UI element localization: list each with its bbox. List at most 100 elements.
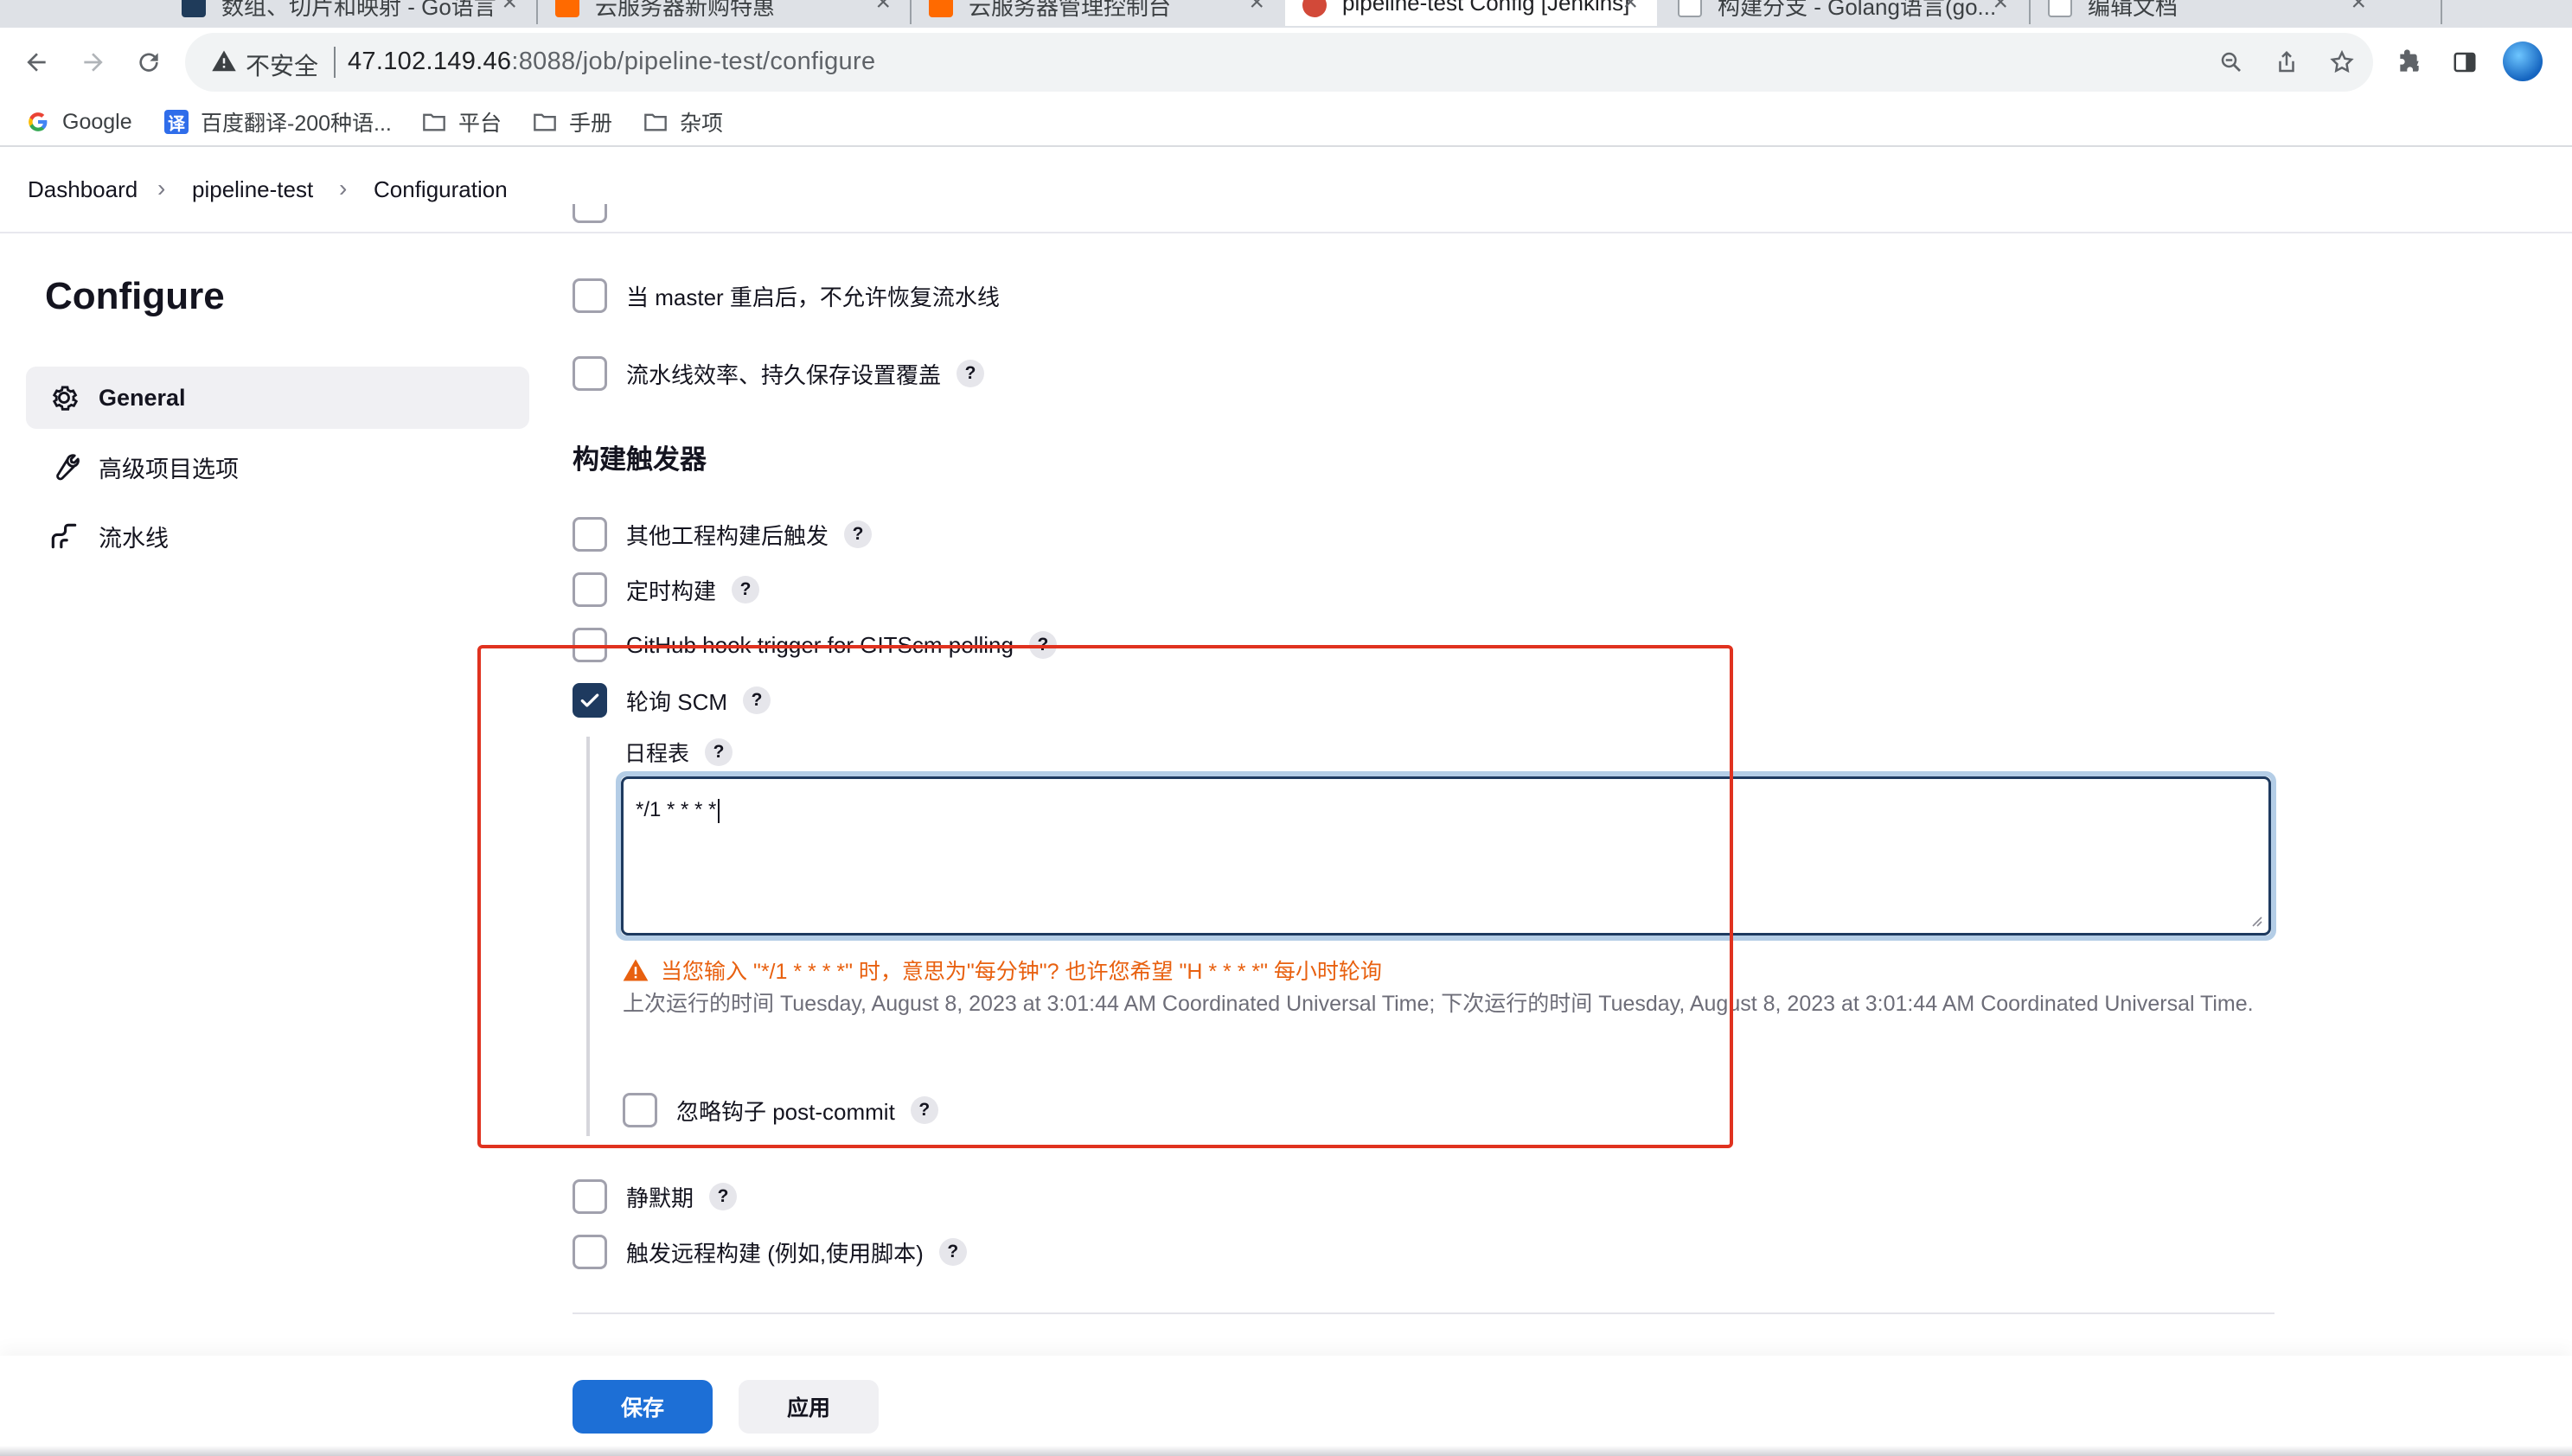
- folder-icon: [643, 110, 668, 134]
- schedule-textarea[interactable]: */1 * * * *: [621, 776, 2271, 936]
- resize-grip-icon[interactable]: [2248, 912, 2263, 928]
- bookmark-label: 手册: [569, 112, 613, 136]
- close-icon[interactable]: ×: [502, 0, 517, 17]
- url-text[interactable]: 47.102.149.46:8088/job/pipeline-test/con…: [348, 48, 875, 76]
- option-ignore-post-commit-hooks[interactable]: 忽略钩子 post-commit ?: [623, 1093, 938, 1127]
- browser-tab[interactable]: 构建分支 - Golang语言(go... ×: [1660, 0, 2027, 26]
- bookmark-folder-platform[interactable]: 平台: [422, 107, 502, 137]
- checkbox[interactable]: [573, 356, 607, 391]
- close-icon[interactable]: ×: [1249, 0, 1264, 17]
- share-button[interactable]: [2269, 45, 2304, 80]
- checkbox[interactable]: [573, 628, 607, 662]
- apply-button[interactable]: 应用: [739, 1380, 879, 1434]
- reload-button[interactable]: [126, 40, 171, 85]
- bookmark-label: 平台: [458, 112, 502, 136]
- browser-tab-active[interactable]: pipeline-test Config [Jenkins] ×: [1285, 0, 1657, 26]
- help-button[interactable]: ?: [844, 520, 873, 548]
- browser-tab[interactable]: 数组、切片和映射 - Go语言 ×: [164, 0, 536, 26]
- browser-tab[interactable]: 编辑文档 ×: [2031, 0, 2385, 26]
- trigger-poll-scm[interactable]: 轮询 SCM ?: [573, 683, 771, 718]
- option-label: 其他工程构建后触发: [626, 522, 829, 549]
- help-button[interactable]: ?: [709, 1183, 738, 1210]
- close-icon[interactable]: ×: [1622, 0, 1638, 17]
- checkbox-checked[interactable]: [573, 683, 607, 718]
- site-favicon-icon: [929, 0, 953, 17]
- section-divider: [573, 1312, 2274, 1314]
- bookmark-baidu-translate[interactable]: 译 百度翻译-200种语...: [164, 107, 392, 137]
- sidebar-item-label: 高级项目选项: [99, 456, 239, 482]
- trigger-github-hook[interactable]: GitHub hook trigger for GITScm polling ?: [573, 628, 1057, 662]
- checkbox[interactable]: [573, 572, 607, 607]
- document-favicon-icon: [2048, 0, 2072, 17]
- warning-text: 当您输入 "*/1 * * * *" 时，意思为"每分钟"? 也许您希望 "H …: [661, 960, 1382, 984]
- sidebar-item-advanced[interactable]: 高级项目选项: [26, 436, 529, 498]
- breadcrumb-dashboard[interactable]: Dashboard: [28, 176, 138, 203]
- trigger-remote-build[interactable]: 触发远程构建 (例如,使用脚本) ?: [573, 1235, 967, 1269]
- document-favicon-icon: [1678, 0, 1702, 17]
- checkbox[interactable]: [623, 1093, 657, 1127]
- wrench-icon: [45, 448, 83, 486]
- reload-icon: [139, 53, 158, 72]
- close-icon[interactable]: ×: [2351, 0, 2366, 17]
- side-panel-button[interactable]: [2442, 40, 2487, 85]
- bookmark-folder-misc[interactable]: 杂项: [643, 107, 723, 137]
- help-button[interactable]: ?: [910, 1096, 938, 1124]
- page-title: Configure: [45, 275, 225, 317]
- star-icon: [2330, 49, 2354, 73]
- trigger-after-other-projects[interactable]: 其他工程构建后触发 ?: [573, 517, 873, 552]
- help-button[interactable]: ?: [1028, 631, 1057, 659]
- forward-button[interactable]: [71, 40, 116, 85]
- bookmark-star-button[interactable]: [2325, 45, 2359, 80]
- option-disable-resume[interactable]: 当 master 重启后，不允许恢复流水线: [573, 278, 1000, 313]
- save-button[interactable]: 保存: [573, 1380, 713, 1434]
- option-label: 当 master 重启后，不允许恢复流水线: [626, 284, 1000, 310]
- zoom-button[interactable]: [2214, 45, 2249, 80]
- option-durability-override[interactable]: 流水线效率、持久保存设置覆盖 ?: [573, 356, 985, 391]
- bookmark-label: Google: [62, 109, 132, 134]
- google-icon: [26, 110, 50, 134]
- schedule-label-text: 日程表: [624, 742, 690, 766]
- nested-section-indicator: [586, 737, 590, 1136]
- bookmark-label: 百度翻译-200种语...: [201, 112, 392, 136]
- back-arrow-icon: [27, 53, 46, 72]
- checkbox[interactable]: [573, 204, 607, 223]
- help-button[interactable]: ?: [732, 576, 760, 603]
- checkbox[interactable]: [573, 278, 607, 313]
- help-button[interactable]: ?: [743, 686, 771, 714]
- help-button[interactable]: ?: [957, 360, 985, 387]
- profile-avatar[interactable]: [2503, 42, 2543, 81]
- close-icon[interactable]: ×: [875, 0, 891, 17]
- breadcrumb-configuration[interactable]: Configuration: [374, 176, 508, 203]
- address-divider: [334, 47, 336, 78]
- browser-tab-strip: 数组、切片和映射 - Go语言 × 云服务器新购特惠 × 云服务器管理控制台 ×…: [0, 0, 2572, 28]
- help-button[interactable]: ?: [938, 1238, 967, 1266]
- browser-tab[interactable]: 云服务器新购特惠 ×: [538, 0, 910, 26]
- sidebar-item-general[interactable]: General: [26, 367, 529, 429]
- browser-toolbar: 不安全 47.102.149.46:8088/job/pipeline-test…: [0, 28, 2572, 97]
- url-path: :8088/job/pipeline-test/configure: [511, 48, 876, 75]
- folder-icon: [533, 110, 557, 134]
- browser-tab[interactable]: 云服务器管理控制台 ×: [912, 0, 1283, 26]
- option-label: 静默期: [626, 1185, 694, 1211]
- checkbox[interactable]: [573, 517, 607, 552]
- sidebar-item-pipeline[interactable]: 流水线: [26, 505, 529, 567]
- checkbox[interactable]: [573, 1179, 607, 1214]
- magnifier-icon: [2221, 52, 2241, 72]
- extensions-button[interactable]: [2387, 40, 2432, 85]
- help-button[interactable]: ?: [705, 738, 733, 766]
- trigger-quiet-period[interactable]: 静默期 ?: [573, 1179, 738, 1214]
- security-status[interactable]: 不安全: [246, 48, 318, 82]
- bookmark-folder-manual[interactable]: 手册: [533, 107, 612, 137]
- option-label: 轮询 SCM: [626, 688, 728, 715]
- address-bar[interactable]: 不安全 47.102.149.46:8088/job/pipeline-test…: [185, 33, 2373, 92]
- bookmark-label: 杂项: [680, 112, 724, 136]
- share-icon: [2279, 50, 2294, 73]
- bookmark-google[interactable]: Google: [26, 107, 132, 137]
- close-icon[interactable]: ×: [1993, 0, 2008, 17]
- trigger-build-periodically[interactable]: 定时构建 ?: [573, 572, 760, 607]
- form-footer: [0, 1356, 2572, 1456]
- back-button[interactable]: [14, 40, 59, 85]
- checkbox[interactable]: [573, 1235, 607, 1269]
- tab-divider: [2441, 0, 2442, 24]
- breadcrumb-job[interactable]: pipeline-test: [192, 176, 313, 203]
